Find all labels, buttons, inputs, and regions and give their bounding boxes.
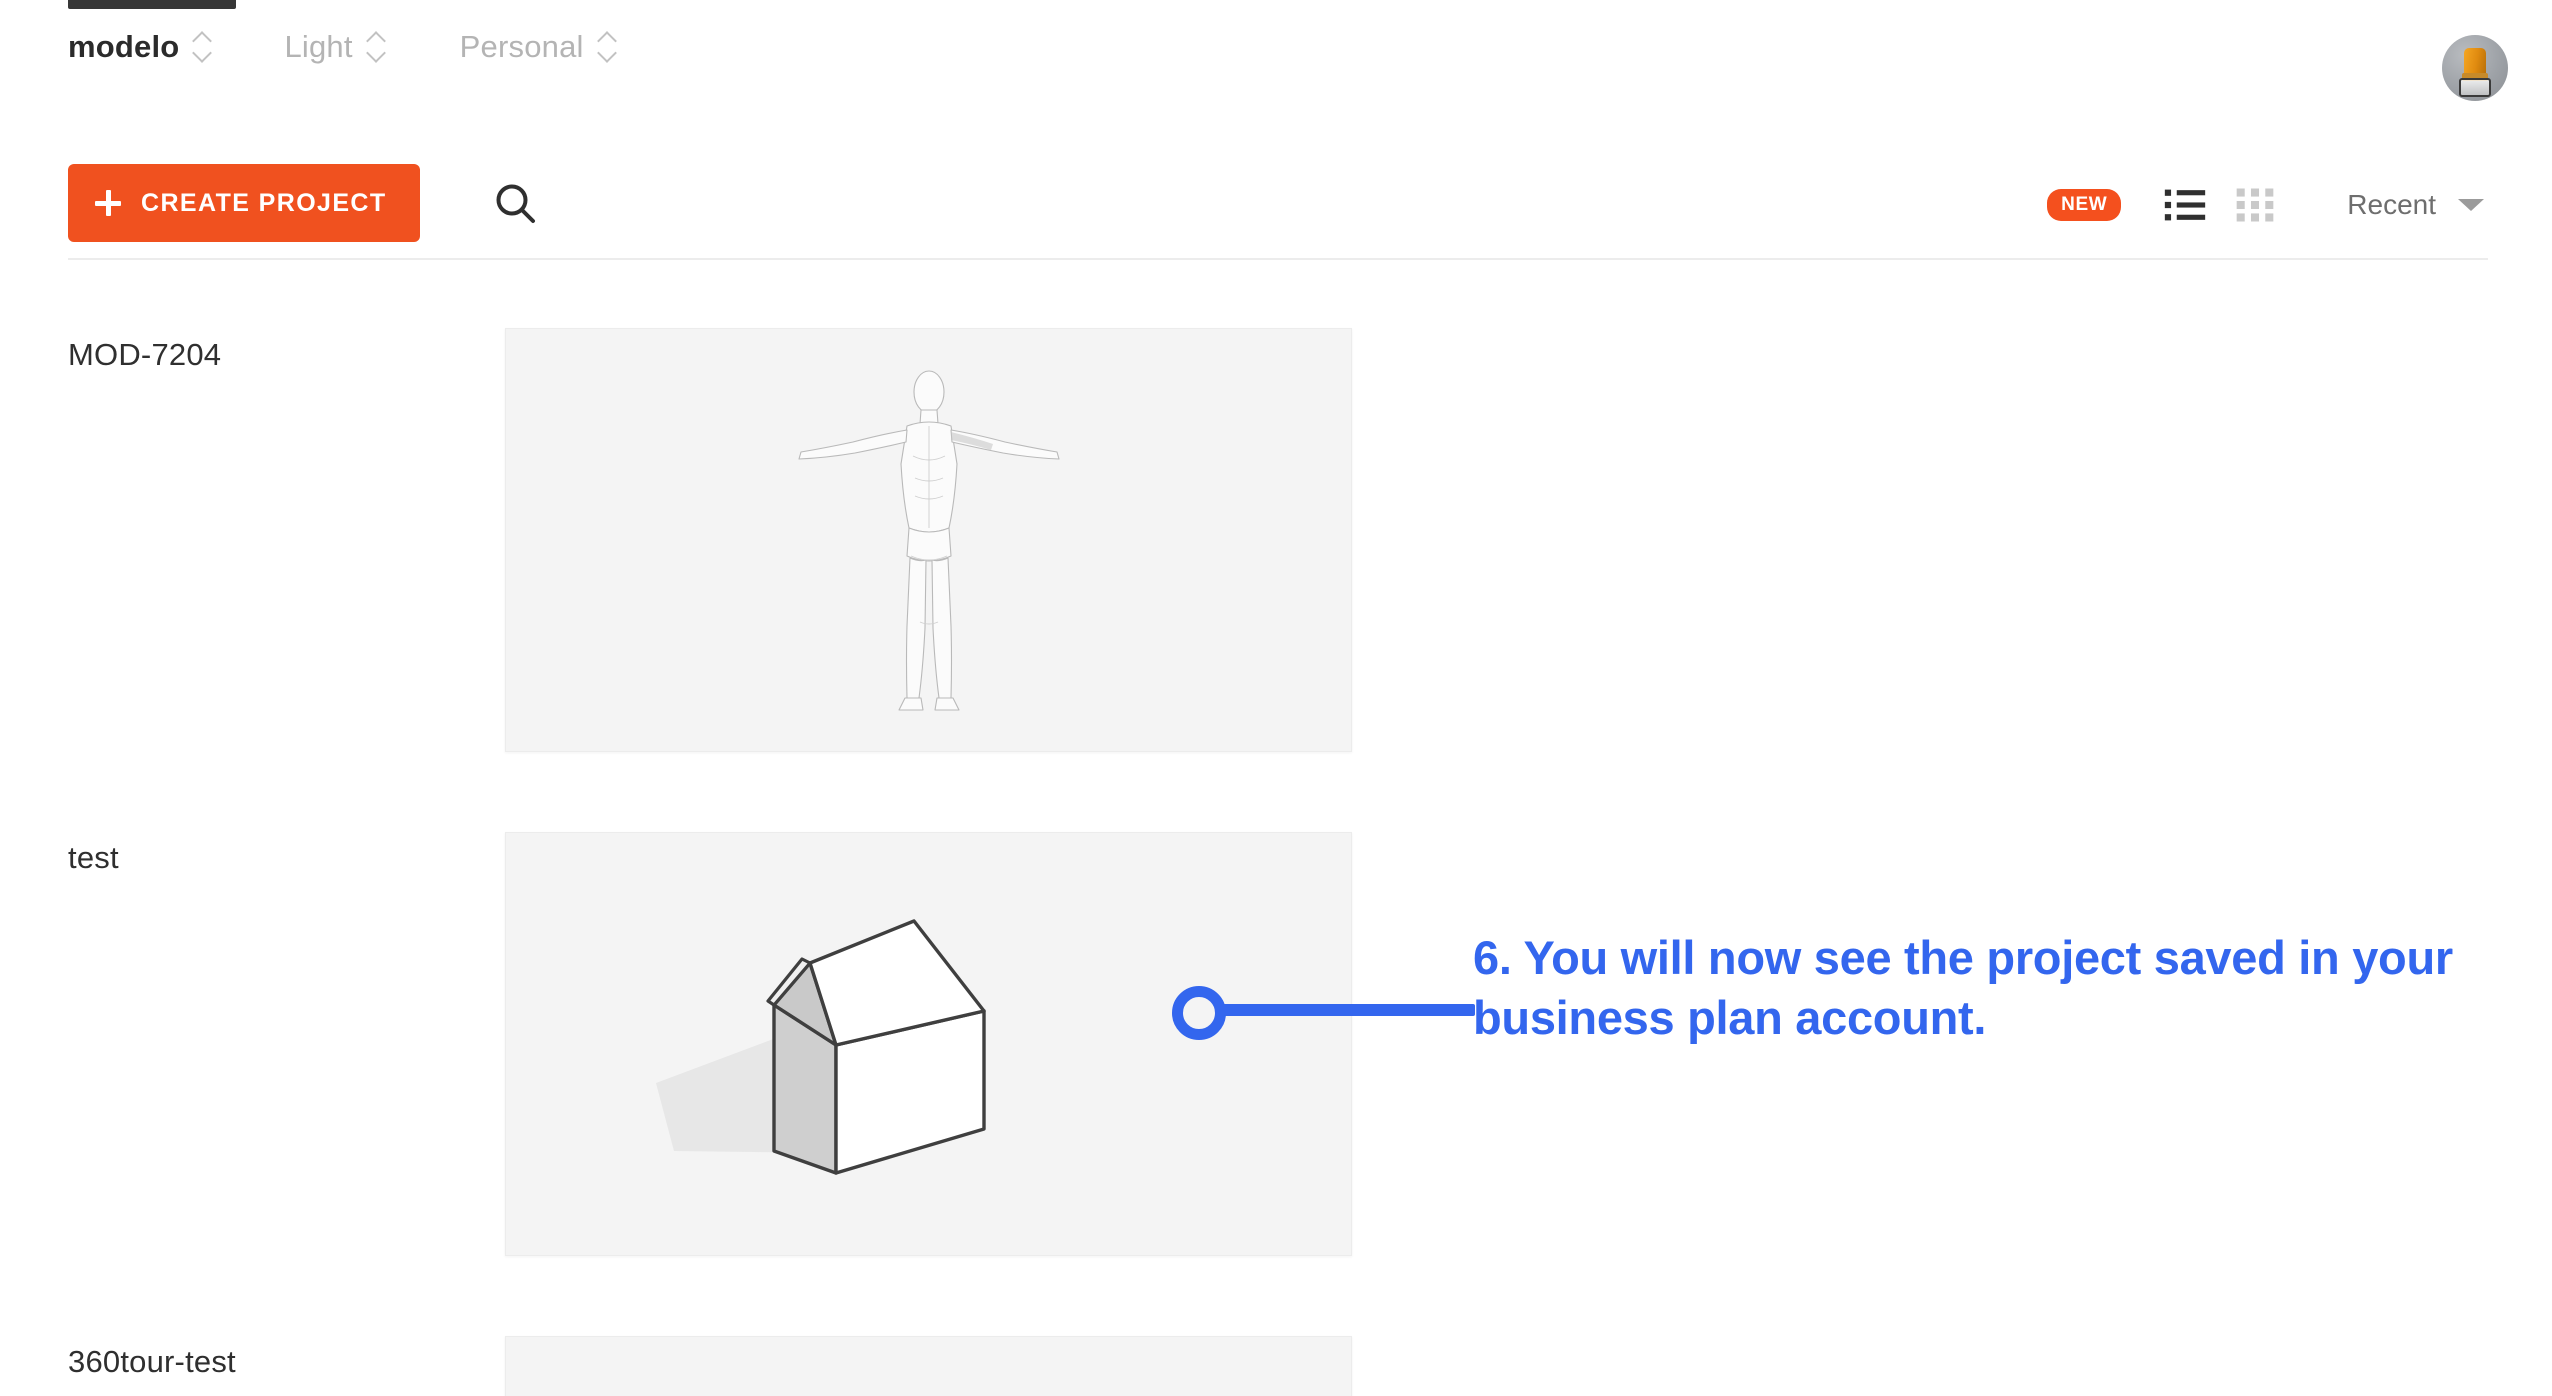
project-name[interactable]: MOD-7204 xyxy=(68,337,221,373)
avatar-image-jar xyxy=(2459,78,2491,97)
toolbar: CREATE PROJECT NEW Recent xyxy=(68,164,2488,260)
account-label: Personal xyxy=(459,29,584,64)
toolbar-right-group: NEW Recent xyxy=(2047,172,2488,238)
app-root: modelo Light Personal CREATE PROJECT NEW… xyxy=(0,0,2552,1396)
callout-leader-line xyxy=(1222,1004,1475,1016)
callout-marker xyxy=(1172,986,1226,1040)
theme-selector[interactable]: Light xyxy=(284,22,385,72)
window-tab-stub xyxy=(68,0,236,9)
avatar[interactable] xyxy=(2442,35,2508,101)
theme-label: Light xyxy=(284,29,353,64)
project-thumbnail[interactable] xyxy=(505,832,1352,1256)
sort-dropdown[interactable]: Recent xyxy=(2347,189,2488,221)
grid-view-button[interactable] xyxy=(2233,183,2277,227)
avatar-image-top xyxy=(2464,48,2486,76)
create-project-button[interactable]: CREATE PROJECT xyxy=(68,164,420,242)
search-icon xyxy=(496,184,535,223)
project-thumbnail[interactable] xyxy=(505,328,1352,752)
chevron-down-icon xyxy=(2458,199,2484,211)
list-view-button[interactable] xyxy=(2163,183,2207,227)
project-name[interactable]: test xyxy=(68,840,119,876)
toolbar-divider xyxy=(68,258,2488,260)
callout-text: 6. You will now see the project saved in… xyxy=(1473,931,2453,1045)
thumbnail-stage xyxy=(506,329,1351,751)
thumbnail-stage xyxy=(506,1337,1351,1396)
chevron-updown-icon xyxy=(597,30,617,64)
search-button[interactable] xyxy=(488,176,544,232)
create-project-label: CREATE PROJECT xyxy=(141,188,387,217)
mannequin-model-icon xyxy=(797,370,1060,711)
workspace-selector[interactable]: modelo xyxy=(68,22,212,72)
workspace-label: modelo xyxy=(68,29,180,64)
plus-icon xyxy=(95,190,121,216)
chevron-updown-icon xyxy=(366,30,386,64)
new-badge: NEW xyxy=(2047,189,2122,221)
thumbnail-stage xyxy=(506,833,1351,1255)
account-selector[interactable]: Personal xyxy=(460,22,617,72)
top-bar: modelo Light Personal xyxy=(0,9,2552,101)
chevron-updown-icon xyxy=(192,30,212,64)
sort-label: Recent xyxy=(2347,189,2436,220)
project-name[interactable]: 360tour-test xyxy=(68,1344,236,1380)
house-model-icon xyxy=(656,919,986,1175)
project-thumbnail[interactable] xyxy=(505,1336,1352,1396)
